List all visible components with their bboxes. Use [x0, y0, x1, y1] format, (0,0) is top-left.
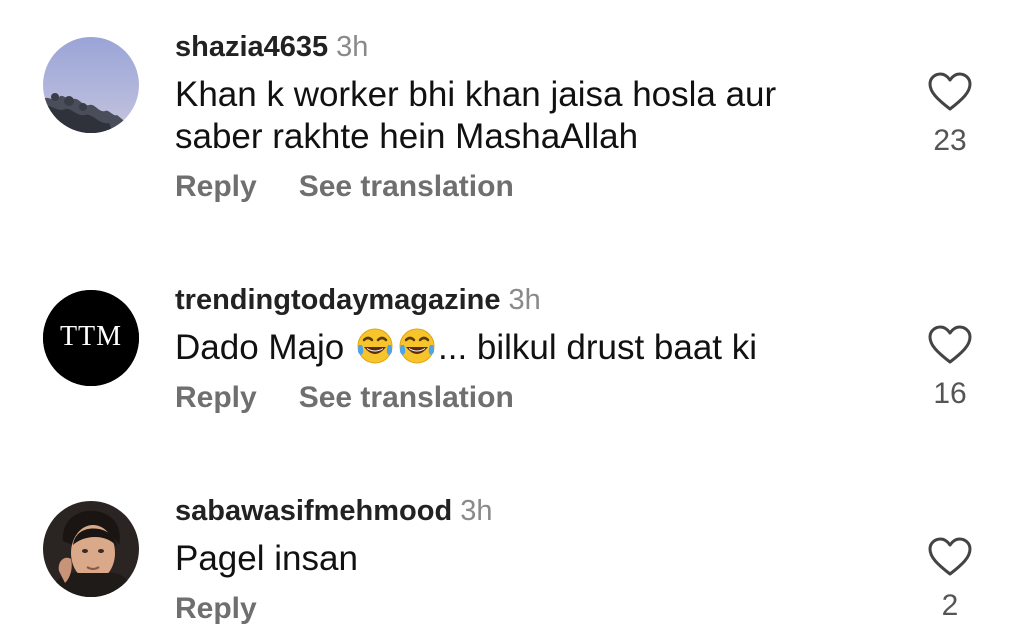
sky-landscape-icon	[43, 37, 139, 133]
comment-actions: Reply	[175, 592, 904, 626]
like-count: 23	[933, 124, 967, 157]
face-with-tears-of-joy-icon	[357, 328, 393, 364]
timestamp: 3h	[508, 284, 541, 316]
comment-text-part: ... bilkul drust baat ki	[438, 328, 758, 367]
comment-actions: Reply See translation	[175, 170, 904, 204]
heart-icon[interactable]	[927, 325, 973, 365]
comment-text-part: Dado Majo	[175, 328, 345, 367]
see-translation-button[interactable]: See translation	[299, 170, 514, 204]
username[interactable]: sabawasifmehmood	[175, 495, 452, 527]
comment-meta: shazia4635 3h	[175, 30, 904, 64]
timestamp: 3h	[460, 495, 493, 527]
like-count: 16	[933, 377, 967, 410]
like-group: 2	[925, 537, 975, 623]
comment-meta: trendingtodaymagazine 3h	[175, 283, 904, 317]
see-translation-button[interactable]: See translation	[299, 381, 514, 415]
comment-actions: Reply See translation	[175, 381, 904, 415]
comment-text: Dado Majo ... bilkul drust baat ki	[175, 327, 904, 369]
timestamp: 3h	[336, 31, 369, 63]
username[interactable]: trendingtodaymagazine	[175, 284, 501, 316]
like-count: 2	[941, 589, 959, 622]
reply-button[interactable]: Reply	[175, 592, 257, 626]
like-group: 23	[925, 72, 975, 158]
avatar[interactable]	[43, 501, 139, 597]
heart-icon[interactable]	[927, 537, 973, 577]
username[interactable]: shazia4635	[175, 31, 328, 63]
avatar[interactable]	[43, 37, 139, 133]
reply-button[interactable]: Reply	[175, 170, 257, 204]
comment-meta: sabawasifmehmood 3h	[175, 494, 904, 528]
svg-text:TTM: TTM	[60, 321, 122, 352]
comment-text: Khan k worker bhi khan jaisa hosla aur s…	[175, 75, 777, 156]
ttm-logo: TTM	[43, 290, 139, 386]
reply-button[interactable]: Reply	[175, 381, 257, 415]
comment-text: Pagel insan	[175, 539, 358, 578]
heart-icon[interactable]	[927, 72, 973, 112]
person-photo-icon	[43, 501, 139, 597]
like-group: 16	[925, 325, 975, 411]
avatar[interactable]: TTM	[43, 290, 139, 386]
face-with-tears-of-joy-icon	[399, 328, 435, 364]
